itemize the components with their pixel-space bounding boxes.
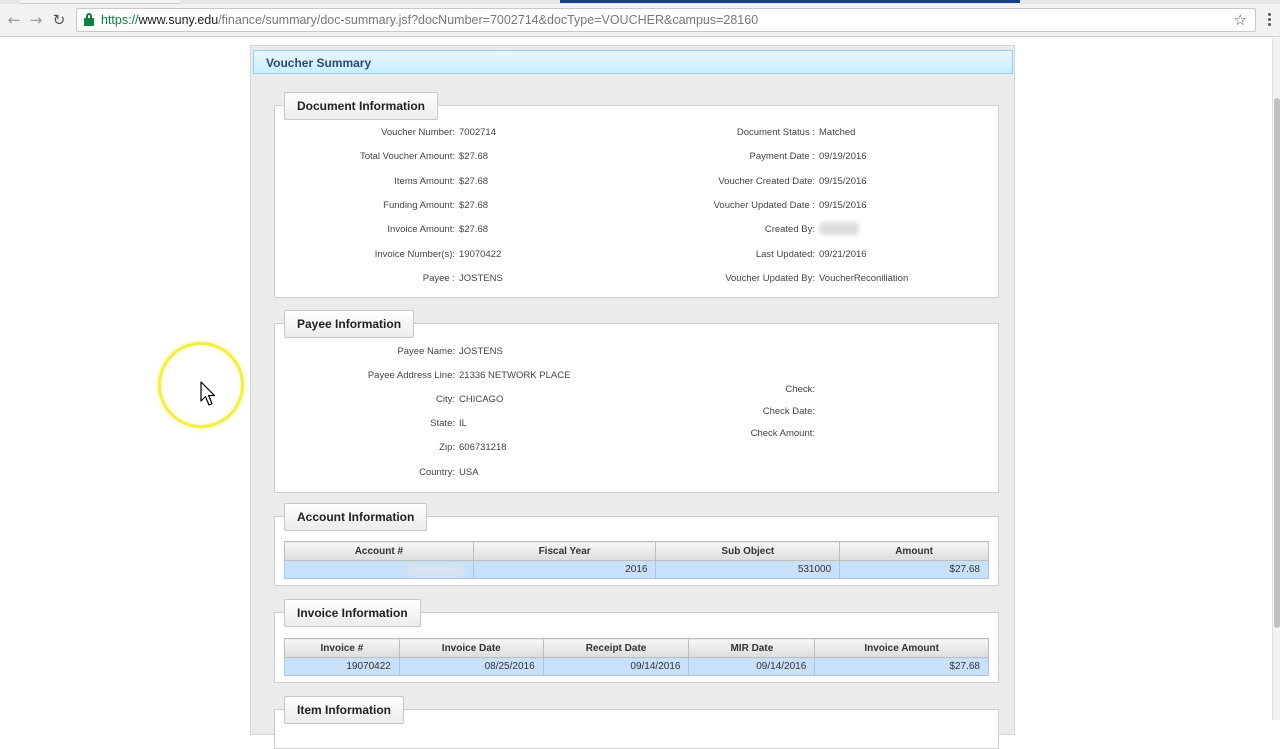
field-value: 09/15/2016: [819, 200, 867, 211]
column-header-invoice[interactable]: Invoice #: [284, 638, 400, 658]
document-information-section: Document Information Voucher Number: 7002…: [274, 92, 999, 298]
field-label: City:: [436, 394, 455, 405]
invoice-number-cell: 19070422: [284, 657, 400, 676]
column-header-mir-date[interactable]: MIR Date: [688, 638, 816, 658]
back-arrow-icon[interactable]: ←: [4, 10, 24, 30]
field-label: Items Amount:: [394, 176, 455, 187]
field-label: State:: [430, 418, 455, 429]
field-label: Funding Amount:: [383, 200, 455, 211]
account-table: Account # Fiscal Year Sub Object Amount …: [284, 541, 989, 579]
document-information-legend: Document Information: [284, 92, 438, 120]
account-information-legend: Account Information: [284, 503, 428, 531]
field-value: JOSTENS: [459, 346, 503, 357]
field-label: Document Status :: [736, 127, 815, 138]
account-number-cell: [284, 560, 474, 579]
field-label: Created By:: [764, 224, 815, 235]
field-value: $27.68: [459, 224, 489, 235]
receipt-date-cell: 09/14/2016: [542, 657, 690, 676]
column-header-fiscal-year[interactable]: Fiscal Year: [472, 541, 657, 561]
column-header-invoice-date[interactable]: Invoice Date: [398, 638, 544, 658]
column-header-account[interactable]: Account #: [284, 541, 474, 561]
page-scrollbar[interactable]: [1272, 38, 1280, 720]
menu-dots-icon[interactable]: [1268, 13, 1272, 28]
table-row[interactable]: 2016 531000 $27.68: [284, 560, 989, 579]
field-label: Payee Name:: [397, 346, 455, 357]
field-label: Total Voucher Amount:: [359, 151, 455, 162]
url-path: /finance/summary/doc-summary.jsf?docNumb…: [218, 13, 759, 27]
field-value: 7002714: [459, 127, 496, 138]
mir-date-cell: 09/14/2016: [688, 657, 816, 676]
field-value: $27.68: [459, 200, 489, 211]
field-value: 09/21/2016: [819, 249, 867, 260]
field-label: Payment Date :: [749, 151, 815, 162]
invoice-amount-cell: $27.68: [814, 657, 989, 676]
url-text[interactable]: https://www.suny.edu/finance/summary/doc…: [101, 13, 758, 27]
table-row[interactable]: 19070422 08/25/2016 09/14/2016 09/14/201…: [284, 657, 989, 676]
address-bar[interactable]: https://www.suny.edu/finance/summary/doc…: [76, 8, 1256, 32]
invoice-table: Invoice # Invoice Date Receipt Date MIR …: [284, 638, 989, 676]
field-value: VoucherReconiliation: [819, 273, 909, 284]
field-label: Payee Address Line:: [367, 370, 455, 381]
amount-cell: $27.68: [839, 560, 989, 579]
fiscal-year-cell: 2016: [472, 560, 657, 579]
field-label: Check:: [785, 384, 815, 395]
field-label: Invoice Number(s):: [374, 249, 455, 260]
field-value: 19070422: [459, 249, 502, 260]
field-value: JOSTENS: [459, 273, 503, 284]
page-title: Voucher Summary: [253, 50, 1013, 74]
field-label: Payee :: [422, 273, 455, 284]
lock-icon: [84, 13, 94, 26]
field-value: 09/19/2016: [819, 151, 867, 162]
invoice-date-cell: 08/25/2016: [398, 657, 544, 676]
url-scheme: https://: [101, 13, 139, 27]
field-value: Matched: [819, 127, 856, 138]
redacted-value: [406, 563, 465, 576]
column-header-receipt-date[interactable]: Receipt Date: [542, 638, 690, 658]
payee-information-legend: Payee Information: [284, 310, 415, 338]
scrollbar-thumb[interactable]: [1274, 98, 1280, 628]
forward-arrow-icon[interactable]: →: [26, 10, 46, 30]
field-label: Invoice Amount:: [387, 224, 455, 235]
field-label: Last Updated:: [755, 249, 815, 260]
browser-toolbar: ← → ↻ https://www.suny.edu/finance/summa…: [0, 4, 1280, 37]
sub-object-cell: 531000: [655, 560, 841, 579]
field-label: Check Date:: [762, 406, 815, 417]
field-value: 606731218: [459, 442, 507, 453]
reload-icon[interactable]: ↻: [49, 10, 69, 30]
voucher-summary-panel: Voucher Summary Document Information Vou…: [250, 45, 1015, 749]
field-label: Voucher Updated Date :: [713, 200, 815, 211]
field-label: Voucher Number:: [381, 127, 455, 138]
url-host: www.suny.edu: [138, 13, 219, 27]
field-label: Zip:: [439, 442, 455, 453]
field-label: Voucher Updated By:: [725, 273, 815, 284]
account-information-section: Account Information Account # Fiscal Yea…: [274, 503, 999, 586]
field-value: $27.68: [459, 151, 489, 162]
payee-information-section: Payee Information Payee Name: JOSTENS Pay…: [274, 310, 999, 493]
mouse-cursor-icon: [200, 381, 216, 406]
invoice-information-legend: Invoice Information: [284, 599, 421, 627]
invoice-information-section: Invoice Information Invoice # Invoice Da…: [274, 599, 999, 683]
column-header-amount[interactable]: Amount: [839, 541, 989, 561]
field-value: CHICAGO: [459, 394, 504, 405]
field-value: 09/15/2016: [819, 176, 867, 187]
field-value: USA: [459, 467, 479, 478]
field-value: IL: [459, 418, 467, 429]
tab-strip-accent: [560, 0, 1020, 3]
field-label: Country:: [419, 467, 455, 478]
item-information-section: Item Information: [274, 696, 999, 749]
table-header-row: Invoice # Invoice Date Receipt Date MIR …: [284, 638, 989, 658]
table-header-row: Account # Fiscal Year Sub Object Amount: [284, 541, 989, 561]
star-icon[interactable]: ☆: [1234, 11, 1247, 29]
redacted-value: [819, 222, 859, 235]
column-header-sub-object[interactable]: Sub Object: [655, 541, 841, 561]
column-header-invoice-amount[interactable]: Invoice Amount: [814, 638, 989, 658]
field-label: Check Amount:: [750, 428, 815, 439]
field-value: $27.68: [459, 176, 489, 187]
field-value: 21336 NETWORK PLACE: [459, 370, 571, 381]
field-label: Voucher Created Date:: [718, 176, 815, 187]
